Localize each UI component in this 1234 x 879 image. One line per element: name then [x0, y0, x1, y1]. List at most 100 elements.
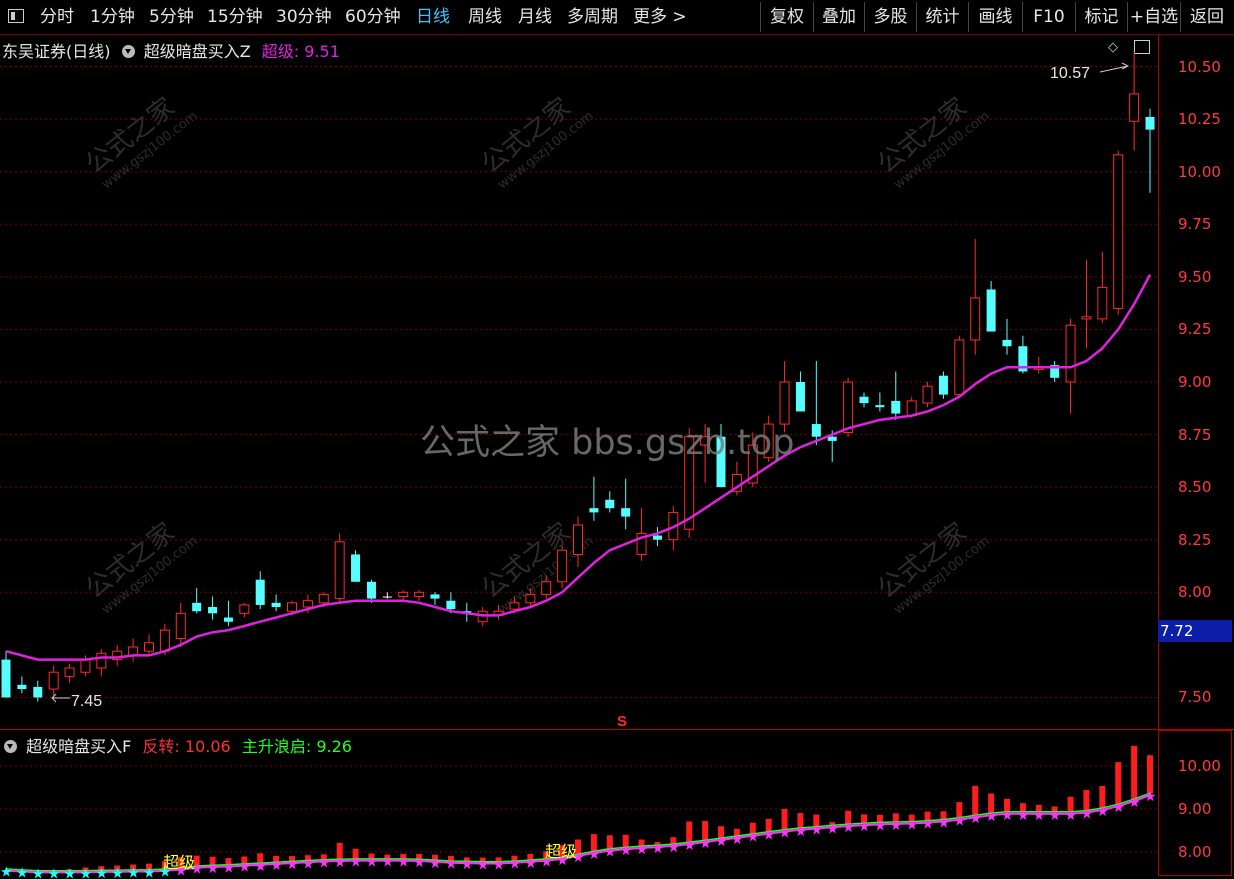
- price-tick-label: 9.75: [1178, 215, 1212, 234]
- candle-body: [986, 289, 996, 332]
- star-marker: ★: [477, 858, 490, 874]
- price-tick-label: 9.25: [1178, 320, 1212, 339]
- star-marker: ★: [95, 866, 108, 879]
- super-signal-label: 超级: [545, 842, 577, 861]
- star-marker: ★: [143, 866, 156, 879]
- price-tick-label: 8.25: [1178, 530, 1212, 549]
- star-marker: ★: [779, 825, 792, 841]
- star-marker: ★: [953, 814, 966, 830]
- star-marker: ★: [683, 838, 696, 854]
- low-arrow-icon: [51, 693, 70, 703]
- star-marker: ★: [381, 855, 394, 871]
- star-marker: ★: [937, 815, 950, 831]
- star-marker: ★: [922, 817, 935, 833]
- candle-body: [382, 596, 392, 598]
- candle-body: [366, 581, 376, 599]
- price-tick-label: 8.50: [1178, 478, 1212, 497]
- candle-body: [557, 549, 568, 583]
- star-marker: ★: [747, 830, 760, 846]
- star-marker: ★: [826, 821, 839, 837]
- candle-body: [652, 535, 662, 540]
- star-marker: ★: [334, 855, 347, 871]
- candle-body: [128, 646, 139, 656]
- candle-body: [811, 424, 821, 437]
- star-marker: ★: [731, 832, 744, 848]
- star-marker: ★: [620, 843, 633, 859]
- candle-body: [192, 602, 202, 612]
- candle-body: [891, 400, 901, 414]
- candle-body: [875, 405, 885, 408]
- star-marker: ★: [1080, 807, 1093, 823]
- candle-body: [589, 508, 599, 513]
- star-marker: ★: [810, 823, 823, 839]
- price-tick-label: 10.50: [1178, 57, 1221, 76]
- star-marker: ★: [604, 844, 617, 860]
- star-marker: ★: [222, 860, 235, 876]
- candle-body: [859, 396, 869, 404]
- star-marker: ★: [1033, 808, 1046, 824]
- sub-tick-label: 8.00: [1178, 843, 1212, 861]
- star-marker: ★: [874, 818, 887, 834]
- price-tick-label: 10.25: [1178, 110, 1221, 129]
- candle-body: [906, 400, 917, 417]
- candle-body: [255, 579, 265, 605]
- star-marker: ★: [1128, 795, 1141, 811]
- star-marker: ★: [699, 836, 712, 852]
- star-marker: ★: [207, 861, 220, 877]
- star-marker: ★: [1144, 789, 1157, 805]
- candle-body: [509, 602, 520, 610]
- star-marker: ★: [1017, 808, 1030, 824]
- star-marker: ★: [969, 811, 982, 827]
- star-marker: ★: [906, 817, 919, 833]
- center-watermark: 公式之家 bbs.gszb.top: [420, 423, 795, 463]
- candle-body: [64, 667, 75, 677]
- star-marker: ★: [270, 858, 283, 874]
- star-marker: ★: [48, 866, 61, 879]
- high-price-label: 10.57: [1050, 65, 1090, 82]
- star-marker: ★: [64, 866, 77, 879]
- panel-divider[interactable]: [0, 729, 1234, 730]
- candle-body: [175, 612, 186, 640]
- candle-body: [334, 541, 345, 600]
- candle-body: [843, 381, 854, 433]
- candle-body: [287, 602, 297, 612]
- star-marker: ★: [508, 857, 521, 873]
- star-marker: ★: [238, 860, 251, 876]
- candle-body: [1065, 324, 1076, 383]
- star-marker: ★: [1112, 800, 1125, 816]
- candle-body: [541, 581, 552, 595]
- candle-body: [573, 524, 583, 555]
- candle-body: [1081, 316, 1092, 320]
- star-marker: ★: [445, 857, 458, 873]
- star-marker: ★: [32, 866, 45, 879]
- reversal-bar: [1115, 762, 1122, 805]
- star-marker: ★: [318, 855, 331, 871]
- candle-body: [318, 593, 329, 604]
- sub-tick-label: 10.00: [1178, 757, 1221, 775]
- star-marker: ★: [588, 847, 601, 863]
- reversal-bar: [1131, 745, 1138, 800]
- star-marker: ★: [397, 855, 410, 871]
- candle-body: [144, 642, 154, 652]
- candle-body: [302, 600, 313, 608]
- star-marker: ★: [16, 866, 29, 879]
- star-marker: ★: [1049, 808, 1062, 824]
- star-marker: ★: [651, 841, 664, 857]
- candle-body: [922, 385, 933, 404]
- candle-body: [398, 591, 409, 598]
- candle-body: [1129, 93, 1140, 122]
- star-marker: ★: [858, 819, 871, 835]
- star-marker: ★: [461, 857, 474, 873]
- candle-body: [414, 591, 425, 598]
- signal-s-mark: S: [617, 713, 627, 730]
- candle-body: [605, 499, 615, 509]
- star-marker: ★: [636, 842, 649, 858]
- star-marker: ★: [715, 834, 728, 850]
- candle-body: [1, 659, 11, 698]
- star-marker: ★: [0, 865, 13, 879]
- reversal-bar: [1147, 755, 1153, 794]
- candle-body: [970, 297, 981, 341]
- star-marker: ★: [1065, 808, 1078, 824]
- candle-body: [954, 339, 965, 396]
- super-signal-label: 超级: [163, 853, 195, 872]
